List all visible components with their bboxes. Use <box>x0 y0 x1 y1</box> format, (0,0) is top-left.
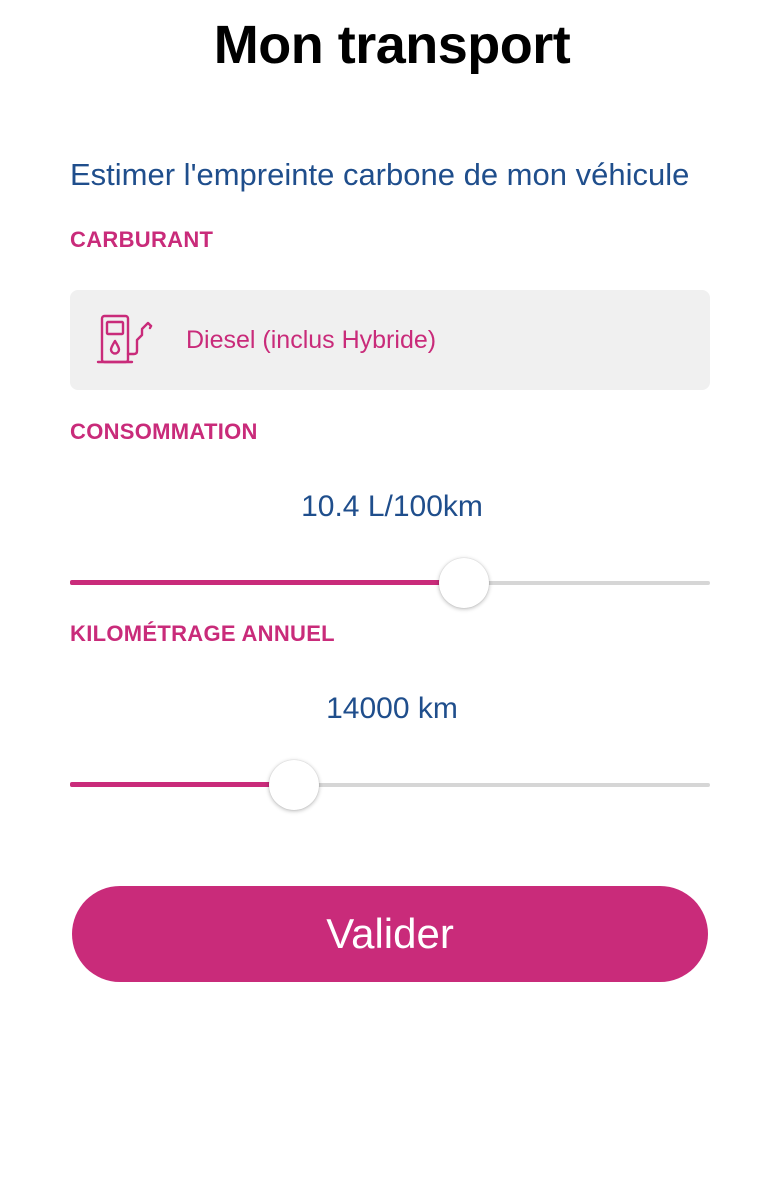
fuel-select[interactable]: Diesel (inclus Hybride) <box>70 290 710 390</box>
fuel-label: CARBURANT <box>70 227 214 252</box>
page-title: Mon transport <box>213 15 571 75</box>
submit-button[interactable]: Valider <box>72 886 708 982</box>
fuel-pump-icon <box>96 312 156 368</box>
consumption-slider-fill <box>70 580 464 585</box>
mileage-label: KILOMÉTRAGE ANNUEL <box>70 621 335 646</box>
consumption-value: 10.4 L/100km <box>301 490 483 523</box>
mileage-slider-thumb[interactable] <box>269 760 319 810</box>
consumption-label: CONSOMMATION <box>70 419 258 444</box>
subtitle: Estimer l'empreinte carbone de mon véhic… <box>70 157 690 192</box>
consumption-slider[interactable] <box>70 555 710 611</box>
mileage-slider-fill <box>70 782 294 787</box>
consumption-slider-thumb[interactable] <box>439 558 489 608</box>
mileage-value: 14000 km <box>326 692 458 725</box>
mileage-slider[interactable] <box>70 757 710 813</box>
fuel-select-value: Diesel (inclus Hybride) <box>186 326 437 354</box>
